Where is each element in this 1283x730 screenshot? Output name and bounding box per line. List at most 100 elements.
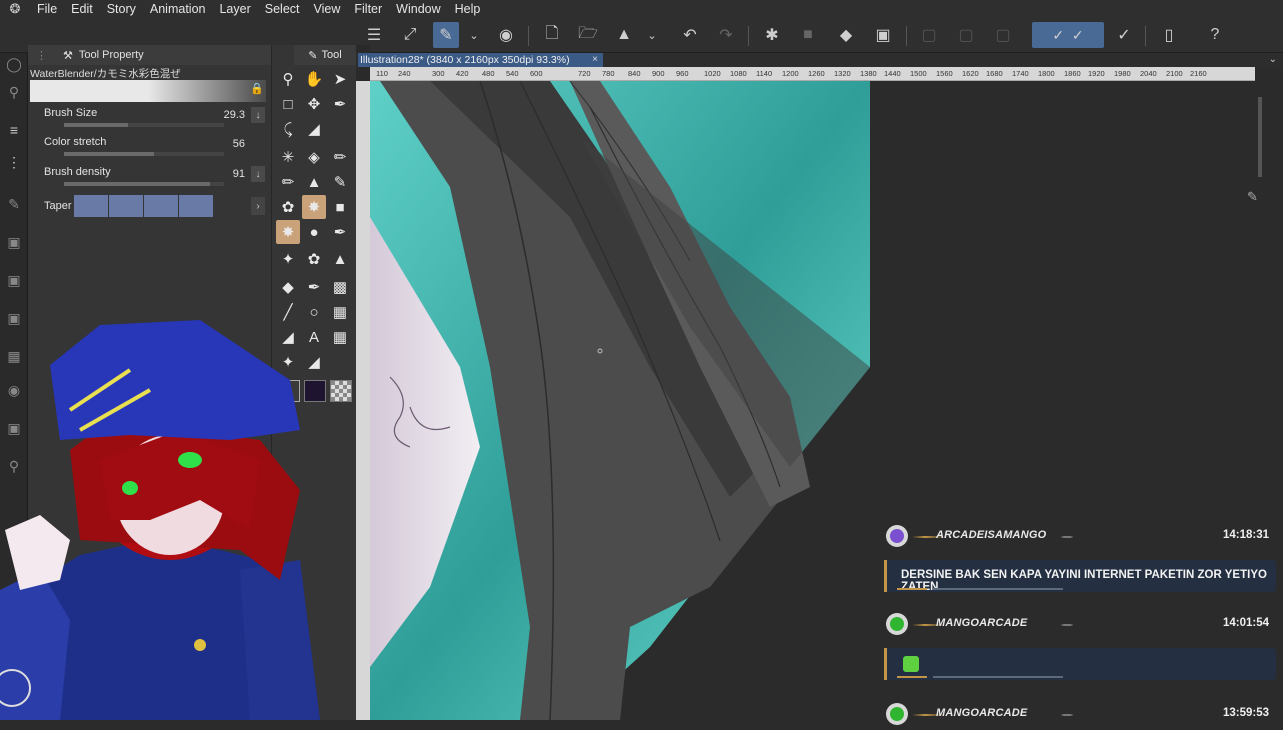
- eyedropper-tool-icon[interactable]: ✒: [328, 92, 352, 116]
- chevron-down-icon[interactable]: ⌄: [1269, 53, 1277, 67]
- sliders-icon[interactable]: ⋮: [3, 151, 25, 173]
- ruler-tick: 1980: [1114, 69, 1131, 78]
- tool-property-icon[interactable]: ≡: [3, 119, 25, 141]
- stamp-alt-icon[interactable]: ▲: [328, 247, 352, 271]
- disabled-1-icon[interactable]: ▢: [916, 22, 942, 48]
- streamer-avatar: [0, 320, 320, 720]
- water-blender-icon[interactable]: ✸: [302, 195, 326, 219]
- ruler-tick: 300: [432, 69, 445, 78]
- menu-view[interactable]: View: [307, 0, 348, 18]
- gradient-tool-icon[interactable]: ▩: [328, 275, 352, 299]
- record-icon[interactable]: ◉: [493, 22, 519, 48]
- brush-size-download-icon[interactable]: ↓: [251, 107, 265, 123]
- layer-icon[interactable]: ▣: [3, 269, 25, 291]
- color-stretch-slider[interactable]: [64, 152, 224, 156]
- menu-help[interactable]: Help: [448, 0, 488, 18]
- grip-icon[interactable]: ⋮: [36, 49, 47, 62]
- brush-density-slider[interactable]: [64, 182, 224, 186]
- chevron-down-icon[interactable]: ⌄: [643, 22, 661, 48]
- disabled-2-icon[interactable]: ▢: [953, 22, 979, 48]
- bucket-tool-icon[interactable]: ◆: [276, 275, 300, 299]
- pencil-tool-icon[interactable]: ✏: [276, 170, 300, 194]
- brush-icon[interactable]: ✎: [3, 193, 25, 215]
- menu-file[interactable]: File: [30, 0, 64, 18]
- decoration-tool-icon[interactable]: ✦: [276, 247, 300, 271]
- magic-wand-tool-icon[interactable]: ✳: [276, 145, 300, 169]
- selection-tool-icon[interactable]: □: [276, 92, 300, 116]
- ruler-tick: 1320: [834, 69, 851, 78]
- brush-density-download-icon[interactable]: ↓: [251, 166, 265, 182]
- dropper-tool-icon[interactable]: ✒: [302, 275, 326, 299]
- transparent-color-swatch[interactable]: [330, 380, 352, 402]
- line-select-tool-icon[interactable]: ◢: [302, 117, 326, 141]
- fill-icon[interactable]: ◆: [833, 22, 859, 48]
- loading-icon[interactable]: ✱: [759, 22, 785, 48]
- balloon-tool-icon[interactable]: ▦: [328, 325, 352, 349]
- move-tool-icon[interactable]: ✥: [302, 92, 326, 116]
- menu-layer[interactable]: Layer: [212, 0, 257, 18]
- tool-panel-header: ✎ Tool: [294, 45, 356, 65]
- disabled-3-icon[interactable]: ▢: [990, 22, 1016, 48]
- transform-icon[interactable]: ▣: [870, 22, 896, 48]
- open-folder-icon[interactable]: 🗁: [575, 22, 601, 48]
- taper-expand-icon[interactable]: ›: [251, 197, 265, 215]
- menu-edit[interactable]: Edit: [64, 0, 100, 18]
- object-tool-icon[interactable]: ➤: [328, 67, 352, 91]
- zoom-tool-icon[interactable]: ⚲: [276, 67, 300, 91]
- color-stretch-property[interactable]: Color stretch 56: [28, 136, 271, 164]
- brush-size-value[interactable]: 29.3: [224, 109, 245, 121]
- taper-segment[interactable]: [74, 195, 108, 217]
- menu-animation[interactable]: Animation: [143, 0, 213, 18]
- taper-property[interactable]: Taper ›: [28, 195, 271, 217]
- marker-tool-icon[interactable]: ✎: [328, 170, 352, 194]
- brush-edit-icon[interactable]: ✎: [433, 22, 459, 48]
- frame-tool-icon[interactable]: ▦: [328, 300, 352, 324]
- brush-density-value[interactable]: 91: [233, 168, 245, 180]
- layer-icon[interactable]: ▣: [3, 231, 25, 253]
- grass-brush-icon[interactable]: ✿: [276, 195, 300, 219]
- taper-segment[interactable]: [109, 195, 143, 217]
- menu-select[interactable]: Select: [258, 0, 307, 18]
- pen-icon[interactable]: ✓ ✓: [1032, 22, 1104, 48]
- clear-icon[interactable]: ■: [795, 22, 821, 48]
- close-tab-icon[interactable]: ×: [592, 53, 598, 67]
- brush-icon[interactable]: ✓: [1111, 22, 1137, 48]
- lock-icon[interactable]: 🔒: [250, 82, 264, 95]
- foliage-brush-icon[interactable]: ✿: [302, 247, 326, 271]
- chevron-down-icon[interactable]: ⌄: [465, 22, 483, 48]
- menu-story[interactable]: Story: [100, 0, 143, 18]
- color-stretch-value[interactable]: 56: [233, 138, 245, 150]
- ruler-tick: 1140: [756, 69, 773, 78]
- lasso-tool-icon[interactable]: ⤹: [276, 117, 300, 141]
- menu-window[interactable]: Window: [389, 0, 447, 18]
- taper-segment[interactable]: [179, 195, 213, 217]
- panel-icon[interactable]: ◯: [3, 53, 25, 75]
- blend-tool-icon[interactable]: ●: [302, 220, 326, 244]
- brush-size-property[interactable]: Brush Size 29.3 ↓: [28, 107, 271, 135]
- brush-preset-icon[interactable]: ✸: [276, 220, 300, 244]
- save-icon[interactable]: ▲: [611, 22, 637, 48]
- hand-tool-icon[interactable]: ✋: [302, 67, 326, 91]
- kick-user-icon: [886, 703, 908, 725]
- ruler-tick: 420: [456, 69, 469, 78]
- eraser-tool-icon[interactable]: ◈: [302, 145, 326, 169]
- scrollbar-thumb[interactable]: [1258, 97, 1262, 177]
- menu-filter[interactable]: Filter: [347, 0, 389, 18]
- fit-window-icon[interactable]: ⤢: [397, 22, 423, 48]
- new-file-icon[interactable]: 🗋: [539, 22, 565, 48]
- app-logo-icon[interactable]: ❂: [0, 0, 30, 18]
- document-tab[interactable]: Illustration28* (3840 x 2160px 350dpi 93…: [358, 53, 603, 67]
- taper-segment[interactable]: [144, 195, 178, 217]
- brush-size-slider[interactable]: [64, 123, 224, 127]
- fill-tool-icon[interactable]: ▲: [302, 170, 326, 194]
- airbrush-tool-icon[interactable]: ✒: [328, 220, 352, 244]
- undo-icon[interactable]: ↶: [677, 22, 703, 48]
- stamp-tool-icon[interactable]: ■: [328, 195, 352, 219]
- search-icon[interactable]: ⚲: [3, 81, 25, 103]
- redo-icon[interactable]: ↷: [713, 22, 739, 48]
- help-icon[interactable]: ?: [1202, 22, 1228, 48]
- menu-bar: ❂ File Edit Story Animation Layer Select…: [0, 0, 1283, 18]
- pen-tool-icon[interactable]: ✏: [328, 145, 352, 169]
- brush-density-property[interactable]: Brush density 91 ↓: [28, 166, 271, 194]
- tablet-icon[interactable]: ▯: [1156, 22, 1182, 48]
